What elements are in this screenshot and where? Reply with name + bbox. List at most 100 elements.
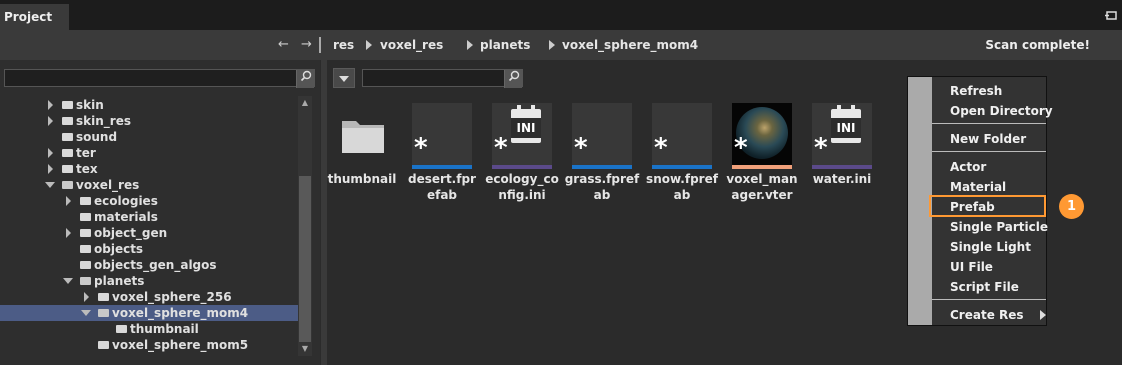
ini-icon-label: INI xyxy=(831,118,861,138)
tree-item-label: ecologies xyxy=(94,194,158,208)
tree-item-label: objects xyxy=(94,242,144,256)
tree-item-voxel-res[interactable]: voxel_res xyxy=(0,177,298,193)
folder-icon xyxy=(62,117,73,125)
collapse-arrow-icon[interactable] xyxy=(45,182,55,188)
breadcrumb-chevron-icon xyxy=(366,40,372,50)
folder-icon xyxy=(62,101,73,109)
menu-separator xyxy=(932,299,1046,300)
tree-item-objects[interactable]: objects xyxy=(0,241,298,257)
menu-separator xyxy=(932,151,1046,152)
tree-item-tex[interactable]: tex xyxy=(0,161,298,177)
tree-item-voxel-sphere-mom5[interactable]: voxel_sphere_mom5 xyxy=(0,337,298,353)
asset-label: thumbnail xyxy=(327,172,397,186)
tree-item-label: planets xyxy=(94,274,145,288)
tree-item-ter[interactable]: ter xyxy=(0,145,298,161)
expand-arrow-icon[interactable] xyxy=(48,100,53,110)
prefab-star-icon: * xyxy=(574,133,588,163)
folder-icon xyxy=(80,197,91,205)
tree-item-materials[interactable]: materials xyxy=(0,209,298,225)
prefab-star-icon: * xyxy=(814,133,828,163)
expand-arrow-icon[interactable] xyxy=(66,228,71,238)
highlight-box-prefab xyxy=(929,195,1046,217)
expand-arrow-icon[interactable] xyxy=(48,148,53,158)
breadcrumb-res[interactable]: res xyxy=(333,30,354,60)
tree-item-label: object_gen xyxy=(94,226,168,240)
expand-arrow-icon[interactable] xyxy=(66,196,71,206)
tree-item-objects-gen-algos[interactable]: objects_gen_algos xyxy=(0,257,298,273)
collapse-arrow-icon[interactable] xyxy=(81,310,91,316)
breadcrumb-chevron-icon xyxy=(467,40,473,50)
back-arrow-icon[interactable]: ← xyxy=(278,30,289,60)
expand-arrow-icon[interactable] xyxy=(48,116,53,126)
folder-icon xyxy=(80,229,91,237)
toolbar-separator xyxy=(319,37,321,53)
menu-item-open-directory[interactable]: Open Directory xyxy=(950,101,1053,121)
tree-item-label: materials xyxy=(94,210,158,224)
menu-item-single-particle[interactable]: Single Particle xyxy=(950,217,1048,237)
ini-icon-label: INI xyxy=(511,118,541,138)
tree-item-label: voxel_res xyxy=(76,178,140,192)
tree-item-label: objects_gen_algos xyxy=(94,258,217,272)
scroll-down-icon[interactable]: ▼ xyxy=(299,343,311,355)
menu-item-material[interactable]: Material xyxy=(950,177,1006,197)
menu-separator xyxy=(932,123,1046,124)
scan-status: Scan complete! xyxy=(985,38,1090,52)
expand-arrow-icon[interactable] xyxy=(48,164,53,174)
tab-project[interactable]: Project xyxy=(0,4,69,30)
expand-arrow-icon[interactable] xyxy=(84,292,89,302)
menu-item-script-file[interactable]: Script File xyxy=(950,277,1019,297)
folder-icon xyxy=(80,213,91,221)
prefab-star-icon: * xyxy=(654,133,668,163)
open-folder-icon xyxy=(62,181,73,189)
tree-item-planets[interactable]: planets xyxy=(0,273,298,289)
folder-tree: skin skin_res sound ter tex voxel_res ec… xyxy=(0,96,298,356)
menu-item-actor[interactable]: Actor xyxy=(950,157,986,177)
asset-label: voxel_manager.vter xyxy=(726,172,798,202)
type-color-bar xyxy=(652,165,712,169)
scrollbar-thumb[interactable] xyxy=(299,176,311,342)
tree-item-object-gen[interactable]: object_gen xyxy=(0,225,298,241)
asset-label: grass.fprefab xyxy=(564,172,640,202)
type-color-bar xyxy=(412,165,472,169)
prefab-star-icon: * xyxy=(494,133,508,163)
tree-item-label: voxel_sphere_mom4 xyxy=(112,306,249,320)
tree-item-label: skin_res xyxy=(76,114,131,128)
menu-item-new-folder[interactable]: New Folder xyxy=(950,129,1026,149)
folder-icon xyxy=(116,325,127,333)
type-color-bar xyxy=(492,165,552,169)
tree-item-voxel-sphere-256[interactable]: voxel_sphere_256 xyxy=(0,289,298,305)
breadcrumb-planets[interactable]: planets xyxy=(480,30,530,60)
tree-item-label: voxel_sphere_mom5 xyxy=(112,338,249,352)
menu-item-ui-file[interactable]: UI File xyxy=(950,257,993,277)
open-folder-icon xyxy=(80,277,91,285)
filter-dropdown[interactable] xyxy=(333,68,355,88)
menu-item-create-res[interactable]: Create Res xyxy=(950,305,1024,325)
search-icon[interactable] xyxy=(504,70,522,88)
tree-search-input[interactable] xyxy=(4,69,315,88)
tree-item-label: tex xyxy=(76,162,98,176)
file-search-input[interactable] xyxy=(362,69,523,88)
tree-item-thumbnail[interactable]: thumbnail xyxy=(0,321,298,337)
menu-item-single-light[interactable]: Single Light xyxy=(950,237,1031,257)
search-icon[interactable] xyxy=(296,70,314,88)
forward-arrow-icon[interactable]: → xyxy=(301,30,312,60)
pin-icon[interactable] xyxy=(1105,9,1118,22)
ini-file-icon: INI xyxy=(831,105,861,143)
tree-item-ecologies[interactable]: ecologies xyxy=(0,193,298,209)
breadcrumb-voxel-res[interactable]: voxel_res xyxy=(380,30,443,60)
tree-item-label: ter xyxy=(76,146,96,160)
tree-item-voxel-sphere-mom4[interactable]: voxel_sphere_mom4 xyxy=(0,305,298,321)
tree-item-sound[interactable]: sound xyxy=(0,129,298,145)
breadcrumb-voxel-sphere-mom4[interactable]: voxel_sphere_mom4 xyxy=(562,30,698,60)
tree-item-skin[interactable]: skin xyxy=(0,97,298,113)
folder-icon xyxy=(98,341,109,349)
asset-label: snow.fprefab xyxy=(646,172,718,202)
toolbar: ← → res voxel_res planets voxel_sphere_m… xyxy=(0,30,1122,60)
collapse-arrow-icon[interactable] xyxy=(63,278,73,284)
folder-icon xyxy=(80,245,91,253)
menu-item-refresh[interactable]: Refresh xyxy=(950,81,1002,101)
scroll-up-icon[interactable]: ▲ xyxy=(299,97,311,109)
tree-item-label: sound xyxy=(76,130,118,144)
tree-item-skin-res[interactable]: skin_res xyxy=(0,113,298,129)
folder-icon xyxy=(80,261,91,269)
